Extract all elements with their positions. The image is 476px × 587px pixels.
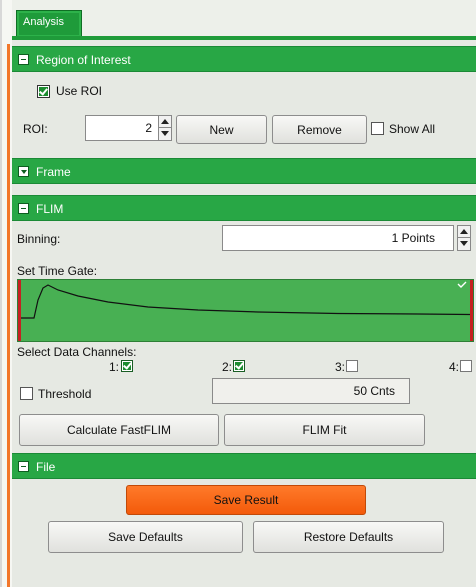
channel-4-label: 4: [449,360,460,374]
channel-3-label: 3: [335,360,346,374]
use-roi-label: Use ROI [56,84,103,98]
section-title: Frame [36,165,71,179]
binning-field[interactable]: 1 Points [222,225,454,251]
restore-defaults-button[interactable]: Restore Defaults [253,521,444,553]
binning-label: Binning: [17,232,61,246]
tab-analysis[interactable]: Analysis [16,10,82,37]
left-panel-edge [0,0,12,587]
channel-1-checkbox[interactable] [121,360,133,372]
section-title: File [36,460,56,474]
channel-4-checkbox[interactable] [460,360,472,372]
time-gate-label: Set Time Gate: [17,264,98,278]
section-header-flim[interactable]: FLIM [12,195,476,221]
roi-number-field[interactable]: 2 [85,115,159,141]
section-header-frame[interactable]: Frame [12,158,476,184]
remove-roi-button[interactable]: Remove [272,115,367,144]
save-defaults-button[interactable]: Save Defaults [48,521,243,553]
channel-2-checkbox[interactable] [233,360,245,372]
spinner-down-icon[interactable] [458,238,470,250]
section-title: FLIM [36,202,64,216]
select-channels-label: Select Data Channels: [17,345,137,359]
flim-fit-button[interactable]: FLIM Fit [224,414,425,446]
panel-border [0,0,2,587]
tab-underline [12,36,476,40]
threshold-label: Threshold [38,387,92,401]
calculate-fastflim-button[interactable]: Calculate FastFLIM [19,414,219,446]
use-roi-checkbox[interactable] [37,85,50,98]
save-result-button[interactable]: Save Result [126,485,366,515]
section-title: Region of Interest [36,53,131,67]
channel-3-checkbox[interactable] [346,360,358,372]
roi-label: ROI: [23,122,48,136]
channel-2-label: 2: [222,360,233,374]
collapse-icon [18,54,29,65]
orange-splitter-bar[interactable] [7,44,10,587]
expand-icon [18,166,29,177]
threshold-value-field[interactable]: 50 Cnts [212,378,410,404]
section-header-file[interactable]: File [12,453,476,479]
spinner-up-icon[interactable] [458,226,470,238]
decay-curve [21,281,471,319]
threshold-checkbox[interactable] [20,387,33,400]
roi-spinner[interactable] [158,115,172,141]
show-all-checkbox[interactable] [371,122,384,135]
collapse-icon [18,203,29,214]
time-gate-plot[interactable] [17,279,474,342]
binning-spinner[interactable] [457,225,471,251]
spinner-down-icon[interactable] [159,128,171,140]
collapse-icon [18,461,29,472]
show-all-label: Show All [389,122,436,136]
new-roi-button[interactable]: New [176,115,267,144]
section-header-roi[interactable]: Region of Interest [12,46,476,72]
channel-1-label: 1: [109,360,120,374]
spinner-up-icon[interactable] [159,116,171,128]
